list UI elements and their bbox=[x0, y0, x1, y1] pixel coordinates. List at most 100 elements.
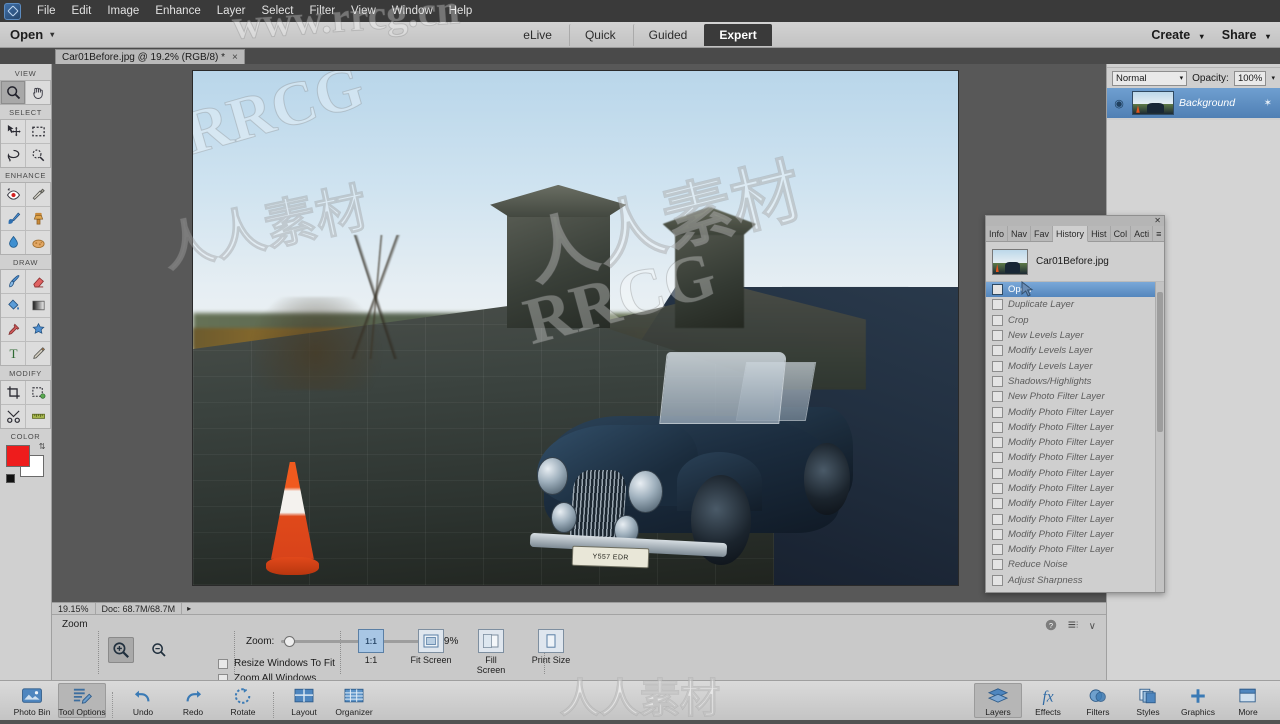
taskbar-undo[interactable]: Undo bbox=[119, 683, 167, 718]
red-eye-removal-tool[interactable] bbox=[1, 183, 25, 206]
taskbar-graphics[interactable]: Graphics bbox=[1174, 683, 1222, 718]
blend-mode-select[interactable]: Normal ▾ bbox=[1112, 70, 1188, 86]
opacity-input[interactable]: 100% bbox=[1233, 70, 1267, 86]
tab-info[interactable]: Info bbox=[986, 226, 1009, 241]
menu-item-enhance[interactable]: Enhance bbox=[147, 3, 208, 19]
history-scrollbar-thumb[interactable] bbox=[1157, 292, 1163, 432]
sponge-tool[interactable] bbox=[26, 231, 50, 254]
recompose-tool[interactable] bbox=[26, 381, 50, 404]
panel-menu-icon[interactable]: ≡ bbox=[1153, 226, 1166, 241]
close-icon[interactable]: × bbox=[232, 52, 238, 63]
taskbar-effects[interactable]: fx Effects bbox=[1024, 683, 1072, 718]
history-list[interactable]: Open Duplicate Layer Crop New Levels Lay… bbox=[986, 282, 1164, 592]
content-aware-move-tool[interactable] bbox=[1, 405, 25, 428]
tab-favorites[interactable]: Fav bbox=[1031, 226, 1054, 241]
tab-color-swatches[interactable]: Col bbox=[1111, 226, 1132, 241]
preset-print-size[interactable]: Print Size bbox=[530, 629, 572, 675]
lasso-tool[interactable] bbox=[1, 144, 25, 167]
tab-histogram[interactable]: Hist bbox=[1088, 226, 1111, 241]
chevron-down-icon[interactable]: ▾ bbox=[1271, 74, 1275, 82]
close-icon[interactable]: ✕ bbox=[1154, 217, 1161, 225]
history-item[interactable]: Modify Photo Filter Layer bbox=[986, 420, 1164, 435]
panel-menu-icon[interactable] bbox=[1067, 619, 1079, 634]
straighten-tool[interactable] bbox=[26, 405, 50, 428]
tab-quick[interactable]: Quick bbox=[568, 23, 631, 46]
status-expand-icon[interactable]: ▸ bbox=[182, 604, 196, 613]
taskbar-organizer[interactable]: Organizer bbox=[330, 683, 378, 718]
menu-item-layer[interactable]: Layer bbox=[209, 3, 254, 19]
tab-history[interactable]: History bbox=[1053, 226, 1089, 242]
history-item[interactable]: Modify Photo Filter Layer bbox=[986, 450, 1164, 465]
history-item[interactable]: Modify Levels Layer bbox=[986, 343, 1164, 358]
rectangular-marquee-tool[interactable] bbox=[26, 120, 50, 143]
hand-tool[interactable] bbox=[26, 81, 50, 104]
taskbar-more[interactable]: More bbox=[1224, 683, 1272, 718]
history-item[interactable]: Adjust Sharpness bbox=[986, 573, 1164, 588]
preset-fill-screen[interactable]: Fill Screen bbox=[470, 629, 512, 675]
zoom-tool[interactable] bbox=[1, 81, 25, 104]
foreground-color-swatch[interactable] bbox=[5, 445, 30, 467]
status-zoom-level[interactable]: 19.15% bbox=[52, 603, 96, 614]
history-item[interactable]: Modify Photo Filter Layer bbox=[986, 466, 1164, 481]
brush-tool[interactable] bbox=[1, 270, 25, 293]
swap-colors-icon[interactable]: ⇅ bbox=[39, 442, 46, 451]
tab-elive[interactable]: eLive bbox=[508, 24, 567, 46]
tab-navigator[interactable]: Nav bbox=[1008, 226, 1032, 241]
menu-item-file[interactable]: File bbox=[29, 3, 64, 19]
menu-item-image[interactable]: Image bbox=[99, 3, 147, 19]
history-item[interactable]: Modify Photo Filter Layer bbox=[986, 496, 1164, 511]
resize-windows-checkbox[interactable]: Resize Windows To Fit bbox=[218, 658, 335, 669]
history-item[interactable]: Modify Photo Filter Layer bbox=[986, 481, 1164, 496]
menu-item-edit[interactable]: Edit bbox=[64, 3, 100, 19]
menu-item-select[interactable]: Select bbox=[254, 3, 302, 19]
history-item[interactable]: New Photo Filter Layer bbox=[986, 389, 1164, 404]
paint-bucket-tool[interactable] bbox=[1, 294, 25, 317]
spot-healing-brush-tool[interactable] bbox=[26, 183, 50, 206]
layer-visibility-icon[interactable]: ◉ bbox=[1111, 97, 1127, 110]
taskbar-redo[interactable]: Redo bbox=[169, 683, 217, 718]
history-scrollbar[interactable] bbox=[1155, 282, 1164, 592]
tab-guided[interactable]: Guided bbox=[632, 23, 703, 46]
photo-canvas[interactable]: Y557 EDR RRCG 人人素材 RRCG bbox=[192, 70, 959, 586]
history-item[interactable]: Open bbox=[986, 282, 1164, 298]
history-item[interactable]: Crop bbox=[986, 313, 1164, 328]
menu-item-window[interactable]: Window bbox=[384, 3, 441, 19]
help-icon[interactable]: ? bbox=[1045, 619, 1057, 634]
history-item[interactable]: New Levels Layer bbox=[986, 328, 1164, 343]
tab-expert[interactable]: Expert bbox=[704, 23, 772, 46]
history-item[interactable]: Modify Photo Filter Layer bbox=[986, 542, 1164, 557]
default-colors-icon[interactable] bbox=[5, 474, 15, 483]
blur-tool[interactable] bbox=[1, 231, 25, 254]
menu-item-view[interactable]: View bbox=[343, 3, 384, 19]
history-item[interactable]: Modify Photo Filter Layer bbox=[986, 511, 1164, 526]
history-item[interactable]: Modify Levels Layer bbox=[986, 358, 1164, 373]
history-item[interactable]: Modify Photo Filter Layer bbox=[986, 404, 1164, 419]
preset-fit-screen[interactable]: Fit Screen bbox=[410, 629, 452, 675]
collapse-panel-icon[interactable]: ∨ bbox=[1089, 621, 1096, 632]
history-item[interactable]: Modify Photo Filter Layer bbox=[986, 435, 1164, 450]
menu-item-filter[interactable]: Filter bbox=[301, 3, 343, 19]
taskbar-tool-options[interactable]: Tool Options bbox=[58, 683, 106, 718]
gradient-tool[interactable] bbox=[26, 294, 50, 317]
zoom-in-button[interactable] bbox=[108, 637, 134, 663]
taskbar-styles[interactable]: Styles bbox=[1124, 683, 1172, 718]
taskbar-layers[interactable]: Layers bbox=[974, 683, 1022, 718]
taskbar-layout[interactable]: Layout bbox=[280, 683, 328, 718]
checkbox-box[interactable] bbox=[218, 658, 228, 669]
crop-tool[interactable] bbox=[1, 381, 25, 404]
cookie-cutter-tool[interactable] bbox=[26, 318, 50, 341]
tab-actions[interactable]: Acti bbox=[1131, 226, 1154, 241]
history-item[interactable]: Shadows/Highlights bbox=[986, 374, 1164, 389]
pencil-tool[interactable] bbox=[26, 342, 50, 365]
zoom-slider-knob[interactable] bbox=[284, 635, 296, 647]
eraser-tool[interactable] bbox=[26, 270, 50, 293]
history-item[interactable]: Modify Photo Filter Layer bbox=[986, 527, 1164, 542]
taskbar-photo-bin[interactable]: Photo Bin bbox=[8, 683, 56, 718]
history-item[interactable]: Reduce Noise bbox=[986, 557, 1164, 572]
document-tab[interactable]: Car01Before.jpg @ 19.2% (RGB/8) * × bbox=[55, 49, 245, 64]
smart-brush-tool[interactable] bbox=[1, 207, 25, 230]
eyedropper-tool[interactable] bbox=[1, 318, 25, 341]
taskbar-filters[interactable]: Filters bbox=[1074, 683, 1122, 718]
history-source-state[interactable]: Car01Before.jpg bbox=[986, 242, 1164, 282]
move-tool[interactable] bbox=[1, 120, 25, 143]
